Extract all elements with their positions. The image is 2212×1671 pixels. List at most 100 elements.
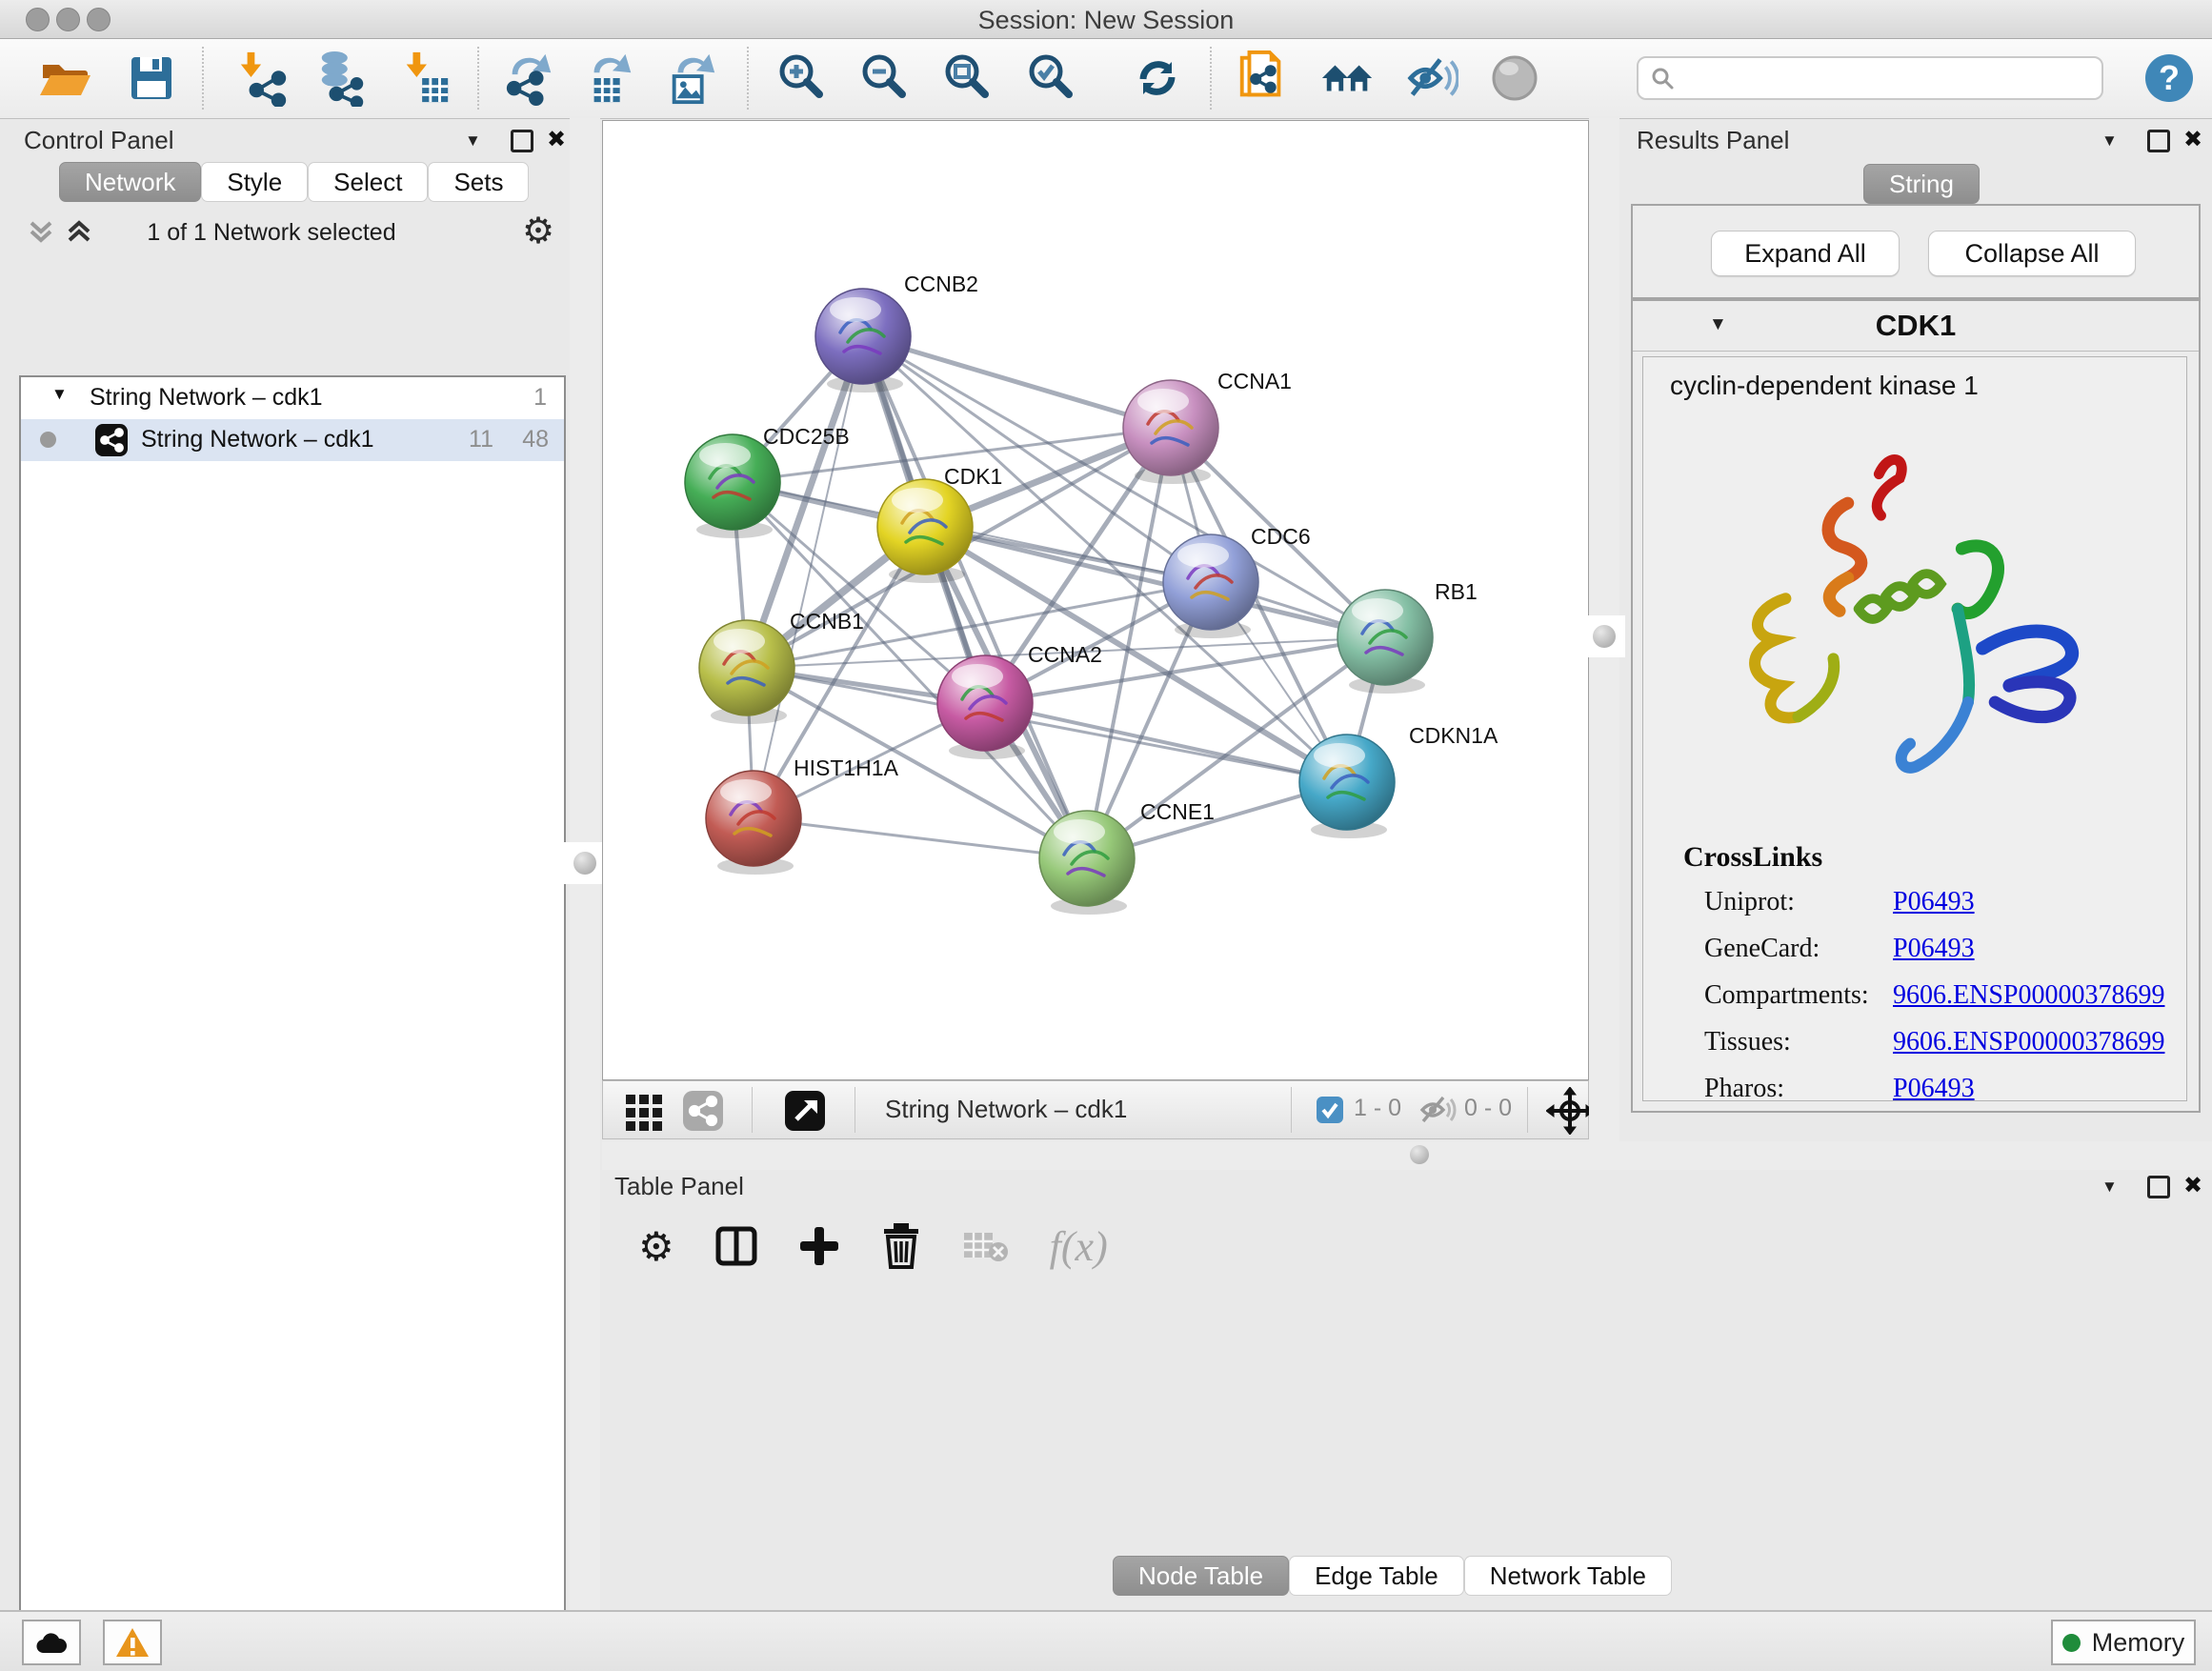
zoom-selected-icon[interactable]: [1023, 50, 1078, 106]
network-options-gear-icon[interactable]: ⚙: [522, 210, 554, 252]
tab-sets[interactable]: Sets: [428, 162, 529, 202]
collapse-all-button[interactable]: Collapse All: [1928, 231, 2136, 276]
left-splitter[interactable]: [570, 118, 600, 1610]
tab-edge-table[interactable]: Edge Table: [1289, 1556, 1464, 1596]
crosslink-value-link[interactable]: P06493: [1893, 934, 1975, 964]
network-collection-row[interactable]: ▼ String Network – cdk1 1: [21, 377, 564, 419]
crosslink-label: Compartments:: [1704, 980, 1893, 1011]
left-splitter-handle[interactable]: [564, 842, 606, 884]
collapse-all-chevron-icon[interactable]: [27, 217, 55, 246]
control-panel-float-icon[interactable]: [511, 130, 533, 152]
memory-button[interactable]: Memory: [2051, 1620, 2196, 1665]
save-session-icon[interactable]: [123, 50, 178, 106]
collection-disclosure-icon[interactable]: ▼: [51, 385, 68, 404]
open-session-icon[interactable]: [37, 50, 92, 106]
table-panel-menu-icon[interactable]: ▼: [2101, 1178, 2118, 1197]
search-input[interactable]: [1637, 56, 2103, 100]
refresh-icon[interactable]: [1130, 50, 1185, 106]
zoom-fit-icon[interactable]: [939, 50, 995, 106]
network-graph[interactable]: CCNB2CCNA1CDC25BCDK1CDC6RB1CCNB1CCNA2CDK…: [603, 121, 1588, 1079]
control-panel-title: Control Panel: [24, 126, 174, 155]
network-node-ccna2[interactable]: [937, 655, 1033, 759]
crosslink-value-link[interactable]: 9606.ENSP00000378699: [1893, 1027, 2164, 1057]
network-node-hist1h1a[interactable]: [706, 771, 801, 875]
control-panel-menu-icon[interactable]: ▼: [465, 131, 481, 151]
results-panel-close-icon[interactable]: ✖: [2183, 126, 2202, 153]
export-image-icon[interactable]: [665, 50, 720, 106]
delete-column-trash-icon[interactable]: [880, 1223, 922, 1269]
crosslink-label: Pharos:: [1704, 1074, 1893, 1104]
selected-nodes-checkbox-icon[interactable]: [1316, 1096, 1344, 1124]
crosslink-value-link[interactable]: P06493: [1893, 887, 1975, 917]
export-table-icon[interactable]: [583, 50, 638, 106]
toolbar-separator: [1291, 1087, 1292, 1133]
tab-network[interactable]: Network: [59, 162, 201, 202]
node-count: 11: [469, 426, 493, 453]
crosslinks-list: Uniprot:P06493GeneCard:P06493Compartment…: [1704, 887, 2173, 1120]
birdseye-view-icon[interactable]: [783, 1089, 827, 1133]
crosslink-value-link[interactable]: P06493: [1893, 1074, 1975, 1104]
home-pages-icon[interactable]: [1320, 50, 1376, 106]
network-node-ccne1[interactable]: [1039, 811, 1135, 915]
zoom-in-icon[interactable]: [774, 50, 829, 106]
hide-unhide-eye-icon[interactable]: [1403, 50, 1458, 106]
svg-text:?: ?: [2159, 58, 2180, 97]
network-node-cdkn1a[interactable]: [1299, 735, 1395, 838]
crosslink-row: Tissues:9606.ENSP00000378699: [1704, 1027, 2173, 1057]
right-splitter[interactable]: [1589, 118, 1619, 1170]
fit-content-crosshair-icon[interactable]: [1546, 1087, 1594, 1135]
import-network-icon[interactable]: [236, 50, 292, 106]
grid-view-icon[interactable]: [622, 1089, 666, 1133]
share-document-icon[interactable]: [1235, 50, 1290, 106]
import-table-icon[interactable]: [398, 50, 453, 106]
delete-table-icon[interactable]: [962, 1227, 1010, 1265]
network-canvas[interactable]: CCNB2CCNA1CDC25BCDK1CDC6RB1CCNB1CCNA2CDK…: [602, 120, 1589, 1080]
node-section-header[interactable]: ▼ CDK1: [1633, 301, 2199, 352]
crosslink-value-link[interactable]: 9606.ENSP00000378699: [1893, 980, 2164, 1011]
results-panel: Results Panel ▼ ✖ String Expand All Coll…: [1619, 118, 2212, 1170]
function-builder-icon[interactable]: f(x): [1050, 1222, 1108, 1271]
string-network-icon: [95, 424, 128, 456]
tab-node-table[interactable]: Node Table: [1113, 1556, 1289, 1596]
export-network-icon[interactable]: [503, 50, 558, 106]
hidden-eye-icon[interactable]: [1418, 1094, 1457, 1126]
network-row-selected[interactable]: String Network – cdk1 11 48: [21, 419, 564, 461]
main-toolbar: ?: [0, 39, 2212, 119]
control-panel-close-icon[interactable]: ✖: [547, 126, 566, 153]
import-network-from-database-icon[interactable]: [314, 50, 370, 106]
network-node-rb1[interactable]: [1337, 590, 1433, 694]
results-panel-float-icon[interactable]: [2147, 130, 2170, 152]
network-node-cdk1[interactable]: [877, 479, 973, 583]
expand-all-chevron-icon[interactable]: [65, 217, 93, 246]
results-panel-menu-icon[interactable]: ▼: [2101, 131, 2118, 151]
tab-select[interactable]: Select: [308, 162, 428, 202]
horizontal-splitter-handle[interactable]: [1410, 1145, 1429, 1164]
expand-all-button[interactable]: Expand All: [1711, 231, 1900, 276]
tab-network-table[interactable]: Network Table: [1464, 1556, 1672, 1596]
network-node-ccna1[interactable]: [1123, 380, 1218, 484]
network-view-toolbar: String Network – cdk1 1 - 0 0 - 0: [602, 1080, 1589, 1139]
help-icon[interactable]: ?: [2142, 50, 2197, 106]
network-node-cdc6[interactable]: [1163, 534, 1258, 638]
show-columns-icon[interactable]: [714, 1224, 758, 1268]
tab-string[interactable]: String: [1863, 164, 1980, 204]
warnings-button[interactable]: [103, 1620, 162, 1665]
add-column-plus-icon[interactable]: [798, 1225, 840, 1267]
network-node-ccnb1[interactable]: [699, 620, 794, 724]
table-settings-gear-icon[interactable]: ⚙: [638, 1223, 674, 1270]
node-label-cdkn1a: CDKN1A: [1409, 723, 1498, 748]
network-collection-label: String Network – cdk1: [90, 384, 323, 412]
tab-style[interactable]: Style: [201, 162, 308, 202]
zoom-out-icon[interactable]: [856, 50, 912, 106]
cloud-button[interactable]: [22, 1620, 81, 1665]
crosslinks-heading: CrossLinks: [1683, 841, 1822, 874]
search-icon: [1650, 66, 1675, 91]
table-panel-float-icon[interactable]: [2147, 1176, 2170, 1198]
birdseye-toggle-icon[interactable]: [1487, 50, 1542, 106]
status-bar: Memory: [0, 1610, 2212, 1671]
network-node-ccnb2[interactable]: [815, 289, 911, 393]
network-node-cdc25b[interactable]: [685, 434, 780, 538]
table-panel-close-icon[interactable]: ✖: [2183, 1172, 2202, 1199]
string-view-icon[interactable]: [681, 1089, 725, 1133]
crosslink-label: GeneCard:: [1704, 934, 1893, 964]
